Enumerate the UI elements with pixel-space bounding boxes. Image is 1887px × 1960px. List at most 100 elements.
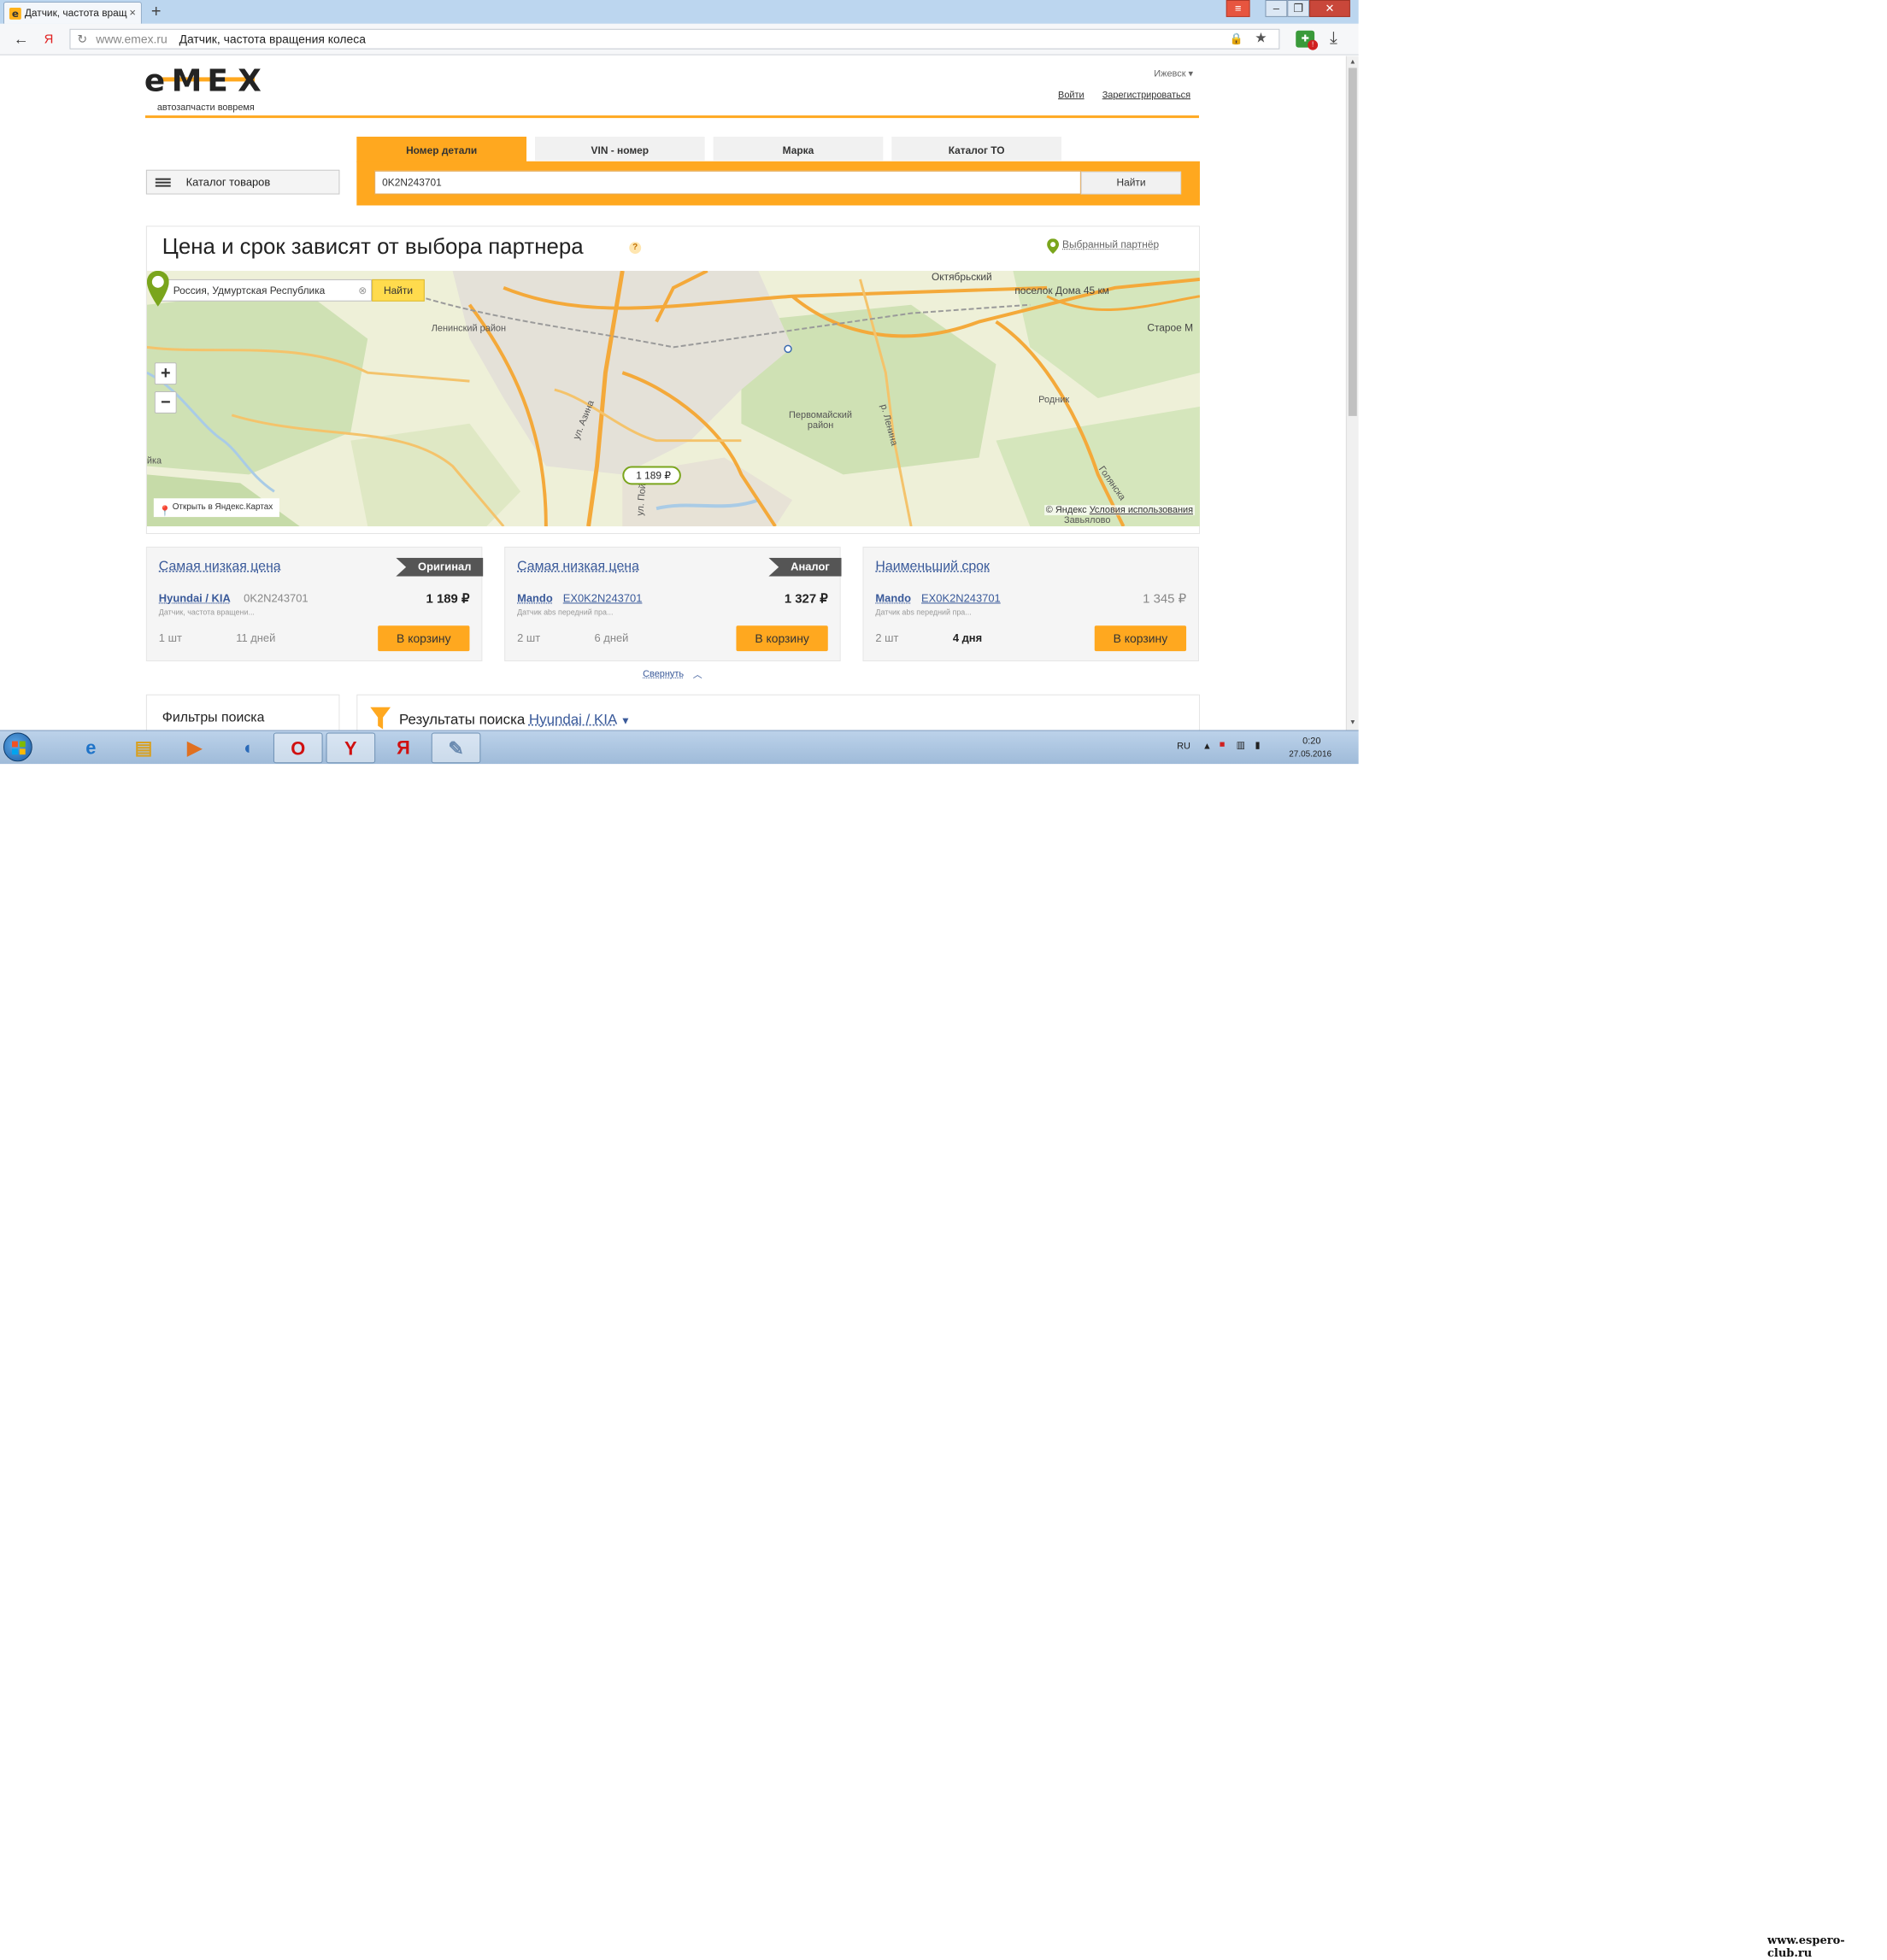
- svg-text:E: E: [207, 63, 226, 98]
- tab-title: Датчик, частота вращ: [25, 7, 127, 19]
- tab-vin[interactable]: VIN - номер: [535, 137, 705, 161]
- offer-delivery-days: 4 дня: [953, 631, 982, 644]
- collapse-link[interactable]: Свернуть: [643, 669, 684, 679]
- volume-app-icon[interactable]: ◖: [222, 732, 272, 763]
- emex-favicon-icon: e: [9, 8, 21, 20]
- register-link[interactable]: Зарегистрироваться: [1102, 90, 1190, 100]
- header-divider: [145, 115, 1199, 118]
- close-window-icon[interactable]: ✕: [1309, 0, 1350, 17]
- offer-part-number-link[interactable]: EX0K2N243701: [563, 592, 643, 605]
- offer-title[interactable]: Самая низкая цена: [159, 560, 281, 575]
- map-label-rodnik: Родник: [1038, 395, 1069, 405]
- marker-price-bubble[interactable]: 1 189 ₽: [622, 466, 681, 484]
- file-explorer-icon[interactable]: ▤: [119, 732, 168, 763]
- reload-icon[interactable]: ↻: [77, 30, 87, 49]
- url-field[interactable]: ↻ www.emex.ru Датчик, частота вращения к…: [69, 29, 1279, 50]
- map-copyright: © Яндекс Условия использования: [1044, 505, 1195, 515]
- offer-quantity: 2 шт: [875, 631, 898, 644]
- windows-taskbar: e ▤ ▶ ◖ O Y Я ✎ RU ▲ ■ ▥ ▮ 0:20 27.05.20…: [0, 730, 1359, 764]
- browser-tabbar: e Датчик, частота вращ × + ≡ – ❐ ✕: [0, 0, 1359, 24]
- antivirus-tray-icon[interactable]: ■: [1220, 739, 1226, 749]
- offer-title[interactable]: Самая низкая цена: [517, 560, 639, 575]
- page-viewport: e M E X автозапчасти вовремя Ижевск ▾ Во…: [0, 56, 1346, 731]
- offer-title[interactable]: Наименьший срок: [875, 560, 990, 575]
- bookmark-star-icon[interactable]: ★: [1255, 30, 1267, 49]
- map-search-input[interactable]: ⌕ Россия, Удмуртская Республика ⊗: [156, 279, 372, 302]
- extension-icon[interactable]: ✚!: [1296, 31, 1314, 48]
- back-arrow-icon[interactable]: ←: [14, 31, 29, 49]
- tab-maintenance-catalog[interactable]: Каталог ТО: [891, 137, 1061, 161]
- start-button[interactable]: [3, 732, 32, 761]
- offer-delivery-days: 6 дней: [595, 631, 629, 644]
- search-button[interactable]: Найти: [1081, 172, 1181, 195]
- catalog-button[interactable]: Каталог товаров: [146, 170, 340, 195]
- media-player-icon[interactable]: ▶: [170, 732, 220, 763]
- offer-brand-link[interactable]: Hyundai / KIA: [159, 592, 231, 605]
- offer-part-number-link[interactable]: EX0K2N243701: [921, 592, 1001, 605]
- lock-icon[interactable]: 🔒: [1230, 30, 1243, 49]
- signal-tray-icon[interactable]: ▮: [1255, 739, 1261, 750]
- tab-part-number[interactable]: Номер детали: [356, 137, 526, 162]
- menu-burger-icon: [156, 179, 171, 187]
- scroll-thumb[interactable]: [1349, 67, 1357, 415]
- open-in-yandex-label: Открыть в Яндекс.Картах: [173, 502, 273, 512]
- map-find-button[interactable]: Найти: [372, 279, 425, 302]
- download-icon[interactable]: ⤓: [1330, 29, 1337, 49]
- offer-card-fastest: Наименьший срок Mando EX0K2N243701 1 345…: [862, 547, 1198, 661]
- chevron-up-icon[interactable]: ︿: [693, 667, 702, 681]
- scroll-up-icon[interactable]: ▲: [1349, 58, 1356, 66]
- offer-brand-link[interactable]: Mando: [875, 592, 911, 605]
- add-to-cart-button[interactable]: В корзину: [736, 625, 827, 651]
- internet-explorer-icon[interactable]: e: [67, 732, 116, 763]
- selected-partner-link[interactable]: Выбранный партнёр: [1062, 238, 1159, 250]
- offer-brand-link[interactable]: Mando: [517, 592, 553, 605]
- map-label-leninsky: Ленинский район: [432, 324, 506, 334]
- offer-price: 1 327 ₽: [785, 591, 828, 607]
- clock-date[interactable]: 27.05.2016: [1289, 749, 1331, 759]
- yandex-home-icon[interactable]: Я: [44, 32, 54, 47]
- page-scrollbar[interactable]: ▲ ▼: [1346, 56, 1359, 731]
- tab-brand[interactable]: Марка: [714, 137, 884, 161]
- tray-expand-icon[interactable]: ▲: [1202, 741, 1212, 751]
- add-to-cart-button[interactable]: В корзину: [378, 625, 469, 651]
- help-icon[interactable]: ?: [629, 242, 641, 254]
- search-panel: 0K2N243701 Найти: [356, 161, 1200, 206]
- tab-close-icon[interactable]: ×: [129, 3, 136, 23]
- results-brand-link[interactable]: Hyundai / KIA: [529, 712, 616, 728]
- svg-text:X: X: [238, 63, 261, 98]
- browser-tab[interactable]: e Датчик, частота вращ ×: [3, 2, 142, 24]
- yandex-map[interactable]: ⌕ Россия, Удмуртская Республика ⊗ Найти …: [147, 271, 1200, 526]
- part-number-input[interactable]: 0K2N243701: [374, 171, 1081, 195]
- filter-funnel-icon: [370, 707, 391, 730]
- add-to-cart-button[interactable]: В корзину: [1095, 625, 1186, 651]
- logo-tagline: автозапчасти вовремя: [157, 103, 275, 113]
- minimize-icon[interactable]: –: [1265, 0, 1287, 17]
- city-selector[interactable]: Ижевск ▾: [1154, 67, 1193, 79]
- network-tray-icon[interactable]: ▥: [1237, 739, 1245, 750]
- watermark: www.espero-club.ru: [1767, 1934, 1887, 1960]
- map-label-poselok: поселок Дома 45 км: [1014, 285, 1109, 296]
- scroll-down-icon[interactable]: ▼: [1349, 719, 1356, 726]
- partner-marker-icon[interactable]: [147, 271, 169, 307]
- partner-pin-icon: [1047, 238, 1059, 254]
- language-indicator[interactable]: RU: [1177, 741, 1190, 751]
- clock-time[interactable]: 0:20: [1302, 736, 1320, 746]
- map-label-oktyabrsky: Октябрьский: [932, 271, 992, 283]
- chevron-down-icon[interactable]: ▼: [620, 715, 631, 727]
- new-tab-button[interactable]: +: [151, 3, 162, 21]
- url-domain: www.emex.ru: [96, 32, 167, 46]
- maximize-icon[interactable]: ❐: [1287, 0, 1309, 17]
- emex-logo[interactable]: e M E X автозапчасти вовремя: [144, 63, 275, 114]
- zoom-out-button[interactable]: −: [155, 391, 177, 414]
- zoom-in-button[interactable]: +: [155, 362, 177, 384]
- login-link[interactable]: Войти: [1058, 90, 1085, 100]
- paint-icon[interactable]: ✎: [432, 732, 481, 763]
- browser-addressbar: ← Я ↻ www.emex.ru Датчик, частота вращен…: [0, 24, 1359, 56]
- yandex-browser-icon[interactable]: Y: [326, 732, 376, 763]
- open-in-yandex-maps-link[interactable]: 📍 Открыть в Яндекс.Картах: [154, 498, 279, 517]
- opera-icon[interactable]: O: [273, 732, 323, 763]
- browser-menu-icon[interactable]: ≡: [1226, 0, 1250, 17]
- yandex-icon[interactable]: Я: [379, 732, 428, 763]
- terms-link[interactable]: Условия использования: [1090, 505, 1193, 515]
- clear-icon[interactable]: ⊗: [358, 280, 367, 301]
